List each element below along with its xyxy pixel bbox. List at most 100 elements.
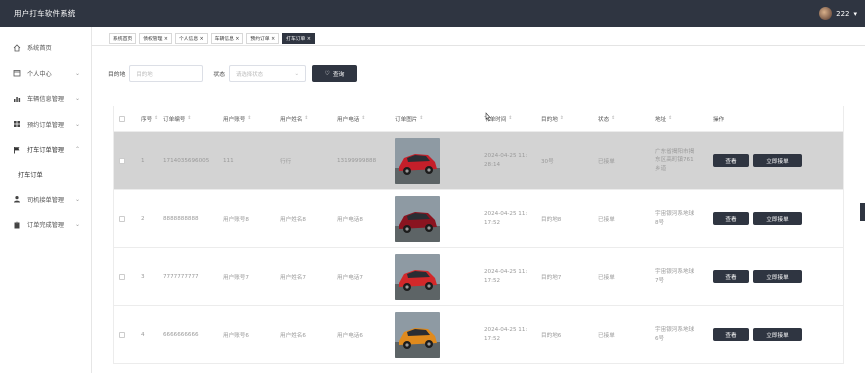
view-button[interactable]: 查看 — [713, 212, 749, 225]
view-button[interactable]: 查看 — [713, 154, 749, 167]
sidebar-item-vehicles[interactable]: 车辆信息管理 ⌄ — [0, 86, 91, 112]
flag-icon — [13, 146, 21, 154]
table-row[interactable]: 4 6666666666 用户账号6 用户姓名6 用户电话6 2024-04-25 11:… — [114, 306, 843, 364]
view-button[interactable]: 查看 — [713, 270, 749, 283]
sort-icon[interactable]: ⇕ — [611, 116, 615, 121]
destination-input[interactable]: 目的地 — [129, 65, 204, 82]
accept-order-button[interactable]: 立即接单 — [753, 328, 802, 341]
row-checkbox[interactable] — [119, 331, 125, 338]
header-order-no: 订单编号 ⇕ — [163, 116, 192, 123]
address-text: 6号 — [655, 335, 665, 342]
status-label: 状态 — [213, 72, 226, 78]
row-checkbox[interactable] — [119, 157, 125, 164]
sort-icon[interactable]: ⇕ — [419, 116, 423, 121]
order-time-text: 2024-04-25 11: — [484, 326, 528, 333]
chevron-down-icon: ⌄ — [294, 70, 300, 77]
status-select[interactable]: 请选择状态 ⌄ — [229, 65, 307, 82]
name-cell: 行行 — [280, 158, 292, 165]
sort-icon[interactable]: ⇕ — [361, 116, 365, 121]
accept-order-button[interactable]: 立即接单 — [753, 270, 802, 283]
tab-reservations[interactable]: 预约订单 × — [246, 33, 280, 44]
tab-debt[interactable]: 债权管理 × — [139, 33, 172, 44]
heart-icon: ♡ — [324, 70, 330, 77]
select-all-checkbox[interactable] — [119, 115, 125, 122]
sort-icon[interactable]: ⇕ — [247, 116, 251, 121]
order-time-text: 17:52 — [484, 219, 501, 226]
car-image[interactable] — [395, 195, 440, 242]
status-cell: 已接单 — [598, 274, 615, 281]
phone-cell: 用户电话8 — [337, 216, 363, 223]
dest-cell: 30号 — [541, 158, 554, 165]
header-index: 序号 ⇕ — [141, 116, 159, 123]
order-time-text: 28:14 — [484, 161, 501, 168]
main-content: 系统首页 债权管理 × 个人信息 × 车辆信息 × 预约订单 × 打车订单 × … — [92, 27, 865, 373]
car-image[interactable] — [395, 253, 440, 300]
order-image-cell — [395, 248, 440, 305]
sidebar-subitem-taxi-order[interactable]: 打车订单 — [0, 162, 91, 187]
order-image-cell — [395, 306, 440, 363]
actions-cell: 查看 立即接单 — [713, 132, 802, 189]
chevron-down-icon: ⌄ — [74, 120, 80, 128]
dest-cell: 目的地6 — [541, 332, 562, 339]
clipboard-icon — [13, 221, 21, 229]
avatar[interactable] — [819, 7, 833, 20]
sidebar-item-reservations[interactable]: 预约订单管理 ⌄ — [0, 112, 91, 138]
user-menu[interactable]: 222 ▾ — [819, 5, 857, 22]
table-row[interactable]: 3 7777777777 用户账号7 用户姓名7 用户电话7 2024-04-25 11:… — [114, 248, 843, 306]
chevron-down-icon: ⌄ — [74, 69, 80, 77]
sidebar-item-label: 预约订单管理 — [27, 121, 65, 129]
accept-order-button[interactable]: 立即接单 — [753, 212, 802, 225]
sidebar-item-label: 司机接单管理 — [27, 196, 65, 204]
address-cell: 广东省揭阳市揭 东区高町镇761 乡道 — [655, 132, 694, 189]
accept-order-button[interactable]: 立即接单 — [753, 154, 802, 167]
row-checkbox-cell — [119, 306, 125, 363]
sort-icon[interactable]: ⇕ — [154, 116, 158, 121]
sidebar-item-taxi-orders[interactable]: 打车订单管理 ⌃ — [0, 137, 91, 163]
tab-personal-info[interactable]: 个人信息 × — [174, 33, 208, 44]
sidebar-item-label: 车辆信息管理 — [27, 96, 65, 104]
sort-icon[interactable]: ⇕ — [187, 116, 191, 121]
view-button[interactable]: 查看 — [713, 328, 749, 341]
sidebar-item-home[interactable]: 系统首页 — [0, 35, 91, 61]
table-row[interactable]: 2 8888888888 用户账号8 用户姓名8 用户电话8 2024-04-25 11:… — [114, 190, 843, 248]
sidebar-item-label: 订单完成管理 — [27, 222, 65, 230]
sidebar-item-label: 系统首页 — [27, 45, 52, 53]
orders-table: 序号 ⇕ 订单编号 ⇕ 用户账号 ⇕ 用户姓名 ⇕ 用户电话 ⇕ 订单图片 ⇕ 下单时间 ⇕ … — [113, 106, 844, 364]
tab-home[interactable]: 系统首页 — [109, 33, 137, 44]
actions-cell: 查看 立即接单 — [713, 248, 802, 305]
chevron-down-icon: ⌄ — [74, 195, 80, 203]
tab-taxi-orders[interactable]: 打车订单 × — [282, 33, 315, 44]
row-checkbox-cell — [119, 248, 125, 305]
address-cell: 宇宙银河系地球 7号 — [655, 248, 694, 305]
sidebar-item-profile[interactable]: 个人中心 ⌄ — [0, 61, 91, 87]
row-checkbox[interactable] — [119, 273, 125, 280]
sort-icon[interactable]: ⇕ — [668, 116, 672, 121]
car-image[interactable] — [395, 311, 440, 358]
status-cell: 已接单 — [598, 332, 615, 339]
index-cell: 3 — [141, 273, 145, 280]
query-button[interactable]: ♡ 查询 — [312, 65, 358, 82]
address-text: 东区高町镇761 — [655, 157, 694, 164]
row-checkbox-cell — [119, 132, 125, 189]
home-icon — [13, 44, 21, 52]
actions-cell: 查看 立即接单 — [713, 306, 802, 363]
row-checkbox-cell — [119, 190, 125, 247]
car-image[interactable] — [395, 137, 440, 184]
sort-icon[interactable]: ⇕ — [304, 116, 308, 121]
side-scroll-handle[interactable] — [860, 203, 865, 221]
account-cell: 111 — [223, 157, 234, 164]
user-name: 222 — [836, 9, 850, 18]
sidebar: 系统首页 个人中心 ⌄ 车辆信息管理 ⌄ 预约订单管理 ⌄ 打车订单管理 ⌃ 打… — [0, 27, 92, 373]
sort-icon[interactable]: ⇕ — [508, 116, 512, 121]
row-checkbox[interactable] — [119, 215, 125, 222]
sort-icon[interactable]: ⇕ — [560, 116, 564, 121]
address-text: 广东省揭阳市揭 — [655, 148, 695, 155]
address-cell: 宇宙银河系地球 6号 — [655, 306, 694, 363]
sidebar-item-order-complete[interactable]: 订单完成管理 ⌄ — [0, 212, 91, 238]
tab-vehicle-info[interactable]: 车辆信息 × — [210, 33, 244, 44]
address-text: 宇宙银河系地球 — [655, 210, 695, 217]
name-cell: 用户姓名6 — [280, 332, 306, 339]
table-row[interactable]: 1 1714035696005 111 行行 13199999888 2024-04-25… — [114, 132, 843, 190]
dest-cell: 目的地7 — [541, 274, 562, 281]
sidebar-item-driver-accept[interactable]: 司机接单管理 ⌄ — [0, 187, 91, 213]
